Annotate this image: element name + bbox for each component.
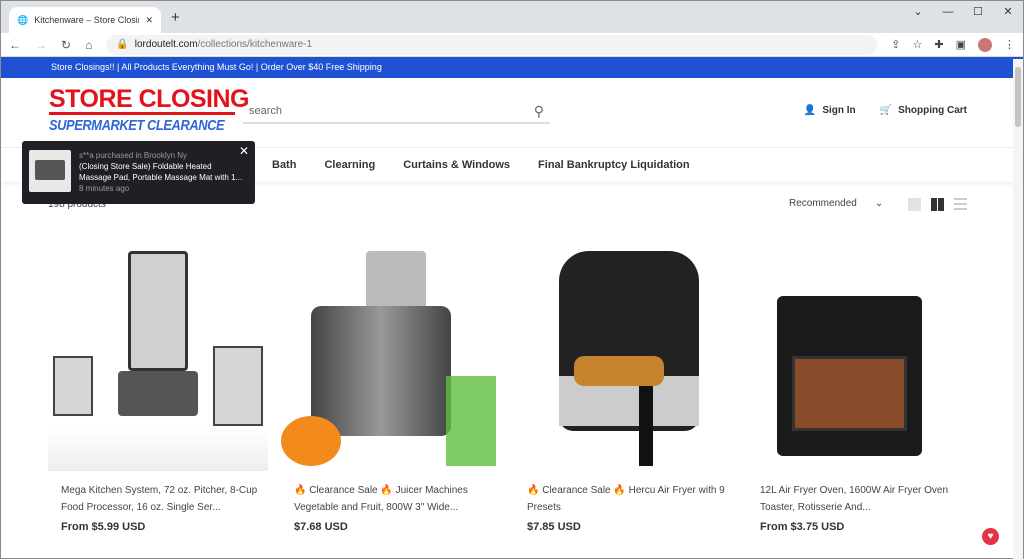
nav-bath[interactable]: Bath — [272, 159, 296, 171]
nav-curtains[interactable]: Curtains & Windows — [403, 159, 510, 171]
scrollbar-thumb[interactable] — [1015, 67, 1021, 127]
new-tab-button[interactable]: + — [171, 9, 180, 26]
product-image[interactable] — [48, 246, 268, 471]
globe-icon: 🌐 — [17, 14, 29, 25]
grid-view-icon[interactable] — [931, 198, 944, 211]
rewards-button[interactable]: ♥ — [982, 528, 999, 545]
search-placeholder: search — [249, 105, 283, 117]
url-path: /collections/kitchenware-1 — [197, 39, 313, 50]
avatar[interactable] — [978, 37, 992, 52]
notification-product-image — [29, 150, 71, 192]
maximize-button[interactable]: ☐ — [963, 1, 993, 23]
extensions-icon[interactable]: ✚ — [934, 38, 943, 51]
search-icon[interactable]: ⚲ — [534, 103, 544, 120]
product-image[interactable] — [514, 246, 734, 471]
sign-in-link[interactable]: 👤 Sign In — [804, 105, 856, 116]
url-domain: lordoutelt.com — [134, 39, 198, 50]
product-price: From $5.99 USD — [61, 521, 146, 533]
logo[interactable]: STORE CLOSING SUPERMARKET CLEARANCE — [49, 85, 250, 135]
tab-search-icon[interactable]: ⌄ — [903, 1, 933, 23]
sort-value: Recommended — [789, 198, 857, 209]
product-card[interactable]: 🔥 Clearance Sale 🔥 Juicer Machines Veget… — [281, 246, 501, 533]
close-icon[interactable]: ✕ — [239, 144, 249, 158]
logo-line1: STORE CLOSING — [49, 85, 250, 115]
product-grid: Mega Kitchen System, 72 oz. Pitcher, 8-C… — [48, 246, 967, 533]
star-icon[interactable]: ☆ — [913, 38, 923, 51]
logo-line2: SUPERMARKET CLEARANCE — [49, 117, 225, 134]
product-price: $7.68 USD — [294, 521, 348, 533]
cart-link[interactable]: 🛒 Shopping Cart — [880, 105, 967, 116]
purchase-notification[interactable]: s**a purchased in Brooklyn Ny (Closing S… — [22, 141, 255, 204]
cart-icon: 🛒 — [879, 105, 893, 116]
sort-select[interactable]: Recommended ⌄ — [789, 198, 883, 209]
browser-tab[interactable]: 🌐 Kitchenware – Store Closing Wa ✕ — [9, 7, 161, 33]
tab-title: Kitchenware – Store Closing Wa — [34, 15, 139, 25]
notification-product[interactable]: (Closing Store Sale) Foldable Heated Mas… — [79, 161, 244, 183]
home-icon[interactable]: ⌂ — [85, 38, 92, 52]
product-title[interactable]: 🔥 Clearance Sale 🔥 Juicer Machines Veget… — [281, 482, 501, 516]
menu-icon[interactable]: ⋮ — [1004, 38, 1015, 51]
product-title[interactable]: Mega Kitchen System, 72 oz. Pitcher, 8-C… — [48, 482, 268, 516]
site-header: STORE CLOSING SUPERMARKET CLEARANCE sear… — [1, 78, 1023, 148]
back-icon[interactable]: ← — [9, 38, 21, 52]
grid-large-view-icon[interactable] — [908, 198, 921, 211]
forward-icon[interactable]: → — [35, 38, 47, 52]
product-title[interactable]: 12L Air Fryer Oven, 1600W Air Fryer Oven… — [747, 482, 967, 516]
search-input[interactable]: search ⚲ — [243, 100, 550, 124]
product-image[interactable] — [747, 246, 967, 471]
scrollbar[interactable] — [1013, 59, 1023, 560]
product-image[interactable] — [281, 246, 501, 471]
product-card[interactable]: 🔥 Clearance Sale 🔥 Hercu Air Fryer with … — [514, 246, 734, 533]
reload-icon[interactable]: ↻ — [61, 38, 71, 52]
product-card[interactable]: Mega Kitchen System, 72 oz. Pitcher, 8-C… — [48, 246, 268, 533]
product-price: From $3.75 USD — [760, 521, 845, 533]
product-card[interactable]: 12L Air Fryer Oven, 1600W Air Fryer Oven… — [747, 246, 967, 533]
lock-icon: 🔒 — [116, 39, 129, 50]
list-view-icon[interactable] — [954, 198, 967, 211]
address-bar: ← → ↻ ⌂ 🔒 lordoutelt.com/collections/kitc… — [1, 33, 1023, 57]
url-input[interactable]: 🔒 lordoutelt.com/collections/kitchenware-… — [106, 34, 878, 55]
chevron-down-icon: ⌄ — [874, 198, 884, 209]
minimize-button[interactable]: — — [933, 1, 963, 23]
close-tab-icon[interactable]: ✕ — [145, 15, 153, 26]
browser-tab-bar: 🌐 Kitchenware – Store Closing Wa ✕ + ⌄—☐… — [1, 1, 1023, 33]
nav-liquidation[interactable]: Final Bankruptcy Liquidation — [538, 159, 690, 171]
announcement-bar: Store Closings!! | All Products Everythi… — [1, 57, 1023, 78]
notification-time: 8 minutes ago — [79, 184, 130, 193]
product-title[interactable]: 🔥 Clearance Sale 🔥 Hercu Air Fryer with … — [514, 482, 734, 516]
cart-label: Shopping Cart — [898, 105, 967, 116]
product-price: $7.85 USD — [527, 521, 581, 533]
nav-clearning[interactable]: Clearning — [324, 159, 375, 171]
close-window-button[interactable]: ✕ — [993, 1, 1023, 23]
sign-in-label: Sign In — [822, 105, 856, 116]
sidepanel-icon[interactable]: ▣ — [956, 38, 966, 51]
share-icon[interactable]: ⇪ — [891, 38, 900, 51]
user-icon: 👤 — [803, 105, 817, 116]
notification-buyer: s**a purchased in Brooklyn Ny — [79, 151, 188, 160]
